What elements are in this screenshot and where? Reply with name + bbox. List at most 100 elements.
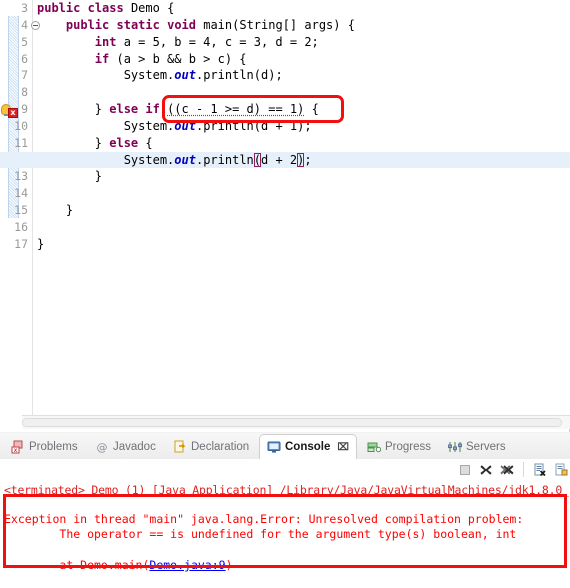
code-line[interactable]: } else {	[33, 135, 570, 152]
stop-square-icon	[460, 464, 470, 475]
tab-javadoc[interactable]: @ Javadoc	[88, 434, 163, 459]
tab-servers[interactable]: Servers	[441, 434, 513, 459]
tab-label: Javadoc	[113, 440, 156, 453]
code-line[interactable]: System.out.println(d);	[33, 67, 570, 84]
tab-label: Declaration	[191, 440, 250, 453]
code-token: void	[167, 17, 196, 32]
remove-x-icon	[480, 464, 492, 475]
tab-label: Servers	[466, 440, 506, 453]
code-token: }	[65, 203, 74, 218]
line-number: 10	[14, 118, 28, 133]
code-token: System.	[123, 68, 175, 83]
line-number: 17	[14, 236, 28, 251]
console-stack-trace: Exception in thread "main" java.lang.Err…	[4, 496, 530, 574]
console-process-header: <terminated> Demo (1) [Java Application]…	[4, 483, 570, 497]
code-token: a = 5, b = 4, c = 3, d = 2;	[116, 34, 319, 49]
code-token: }	[94, 102, 110, 117]
code-token: main(String[] args) {	[196, 17, 355, 32]
line-number: 5	[21, 34, 28, 49]
code-token: .println(d + 1);	[195, 118, 312, 133]
console-line-1: Exception in thread "main" java.lang.Err…	[4, 511, 531, 526]
progress-icon	[367, 440, 381, 454]
code-lines[interactable]: public class Demo { public static void m…	[0, 0, 570, 415]
code-token: int	[94, 34, 117, 49]
tab-problems[interactable]: x Problems	[4, 434, 85, 459]
code-line[interactable]: }	[33, 202, 570, 219]
editor-gutter[interactable]: 34567891011121314151617 x	[0, 0, 40, 415]
line-number: 14	[14, 186, 28, 201]
code-token: d + 2	[261, 152, 298, 167]
code-line[interactable]	[33, 219, 570, 236]
clear-console-button[interactable]	[533, 463, 547, 477]
code-line[interactable]: public class Demo {	[33, 0, 570, 17]
code-token: if	[145, 102, 160, 117]
line-number-ruler: 34567891011121314151617	[0, 0, 40, 253]
code-token: public	[65, 17, 110, 32]
line-number: 4	[0, 17, 40, 34]
remove-all-x-icon	[500, 464, 514, 474]
code-line[interactable]: if (a > b && b > c) {	[33, 51, 570, 68]
remove-launch-button[interactable]	[479, 463, 493, 477]
line-number: 8	[21, 85, 28, 100]
code-token: .println(d);	[195, 68, 283, 83]
tab-progress[interactable]: Progress	[360, 434, 438, 459]
line-number: 13	[14, 169, 28, 184]
editor-horizontal-scrollbar[interactable]	[22, 415, 570, 429]
code-token: static	[116, 17, 160, 32]
line-number: 3	[21, 1, 28, 15]
tab-console[interactable]: Console ⌧	[259, 434, 357, 459]
error-quickfix-marker-icon[interactable]: x	[1, 103, 18, 118]
stacktrace-link-demo-java[interactable]: Demo.java:9	[149, 558, 225, 572]
remove-all-launches-button[interactable]	[500, 463, 514, 477]
code-token: {	[304, 102, 319, 117]
console-line-3-prefix: at Demo.main(	[4, 558, 150, 572]
code-line[interactable]: int a = 5, b = 4, c = 3, d = 2;	[33, 34, 570, 51]
close-icon[interactable]: ⌧	[337, 442, 349, 453]
code-line[interactable]	[33, 185, 570, 202]
code-token: }	[94, 169, 103, 184]
code-token: out	[174, 68, 196, 83]
code-token: if	[94, 51, 110, 66]
code-token: (	[253, 152, 261, 167]
console-output-view[interactable]: <terminated> Demo (1) [Java Application]…	[0, 483, 570, 588]
code-token: System.	[123, 118, 175, 133]
console-line-3-suffix: )	[225, 558, 233, 572]
line-number: 6	[21, 51, 28, 66]
scroll-lock-icon	[555, 463, 568, 475]
tab-label: Problems	[29, 440, 78, 453]
code-token: out	[174, 118, 196, 133]
line-number: 7	[21, 68, 28, 83]
code-line[interactable]: } else if ((c - 1 >= d) == 1) {	[33, 101, 570, 118]
code-line[interactable]: }	[33, 236, 570, 253]
tab-declaration[interactable]: Declaration	[166, 434, 256, 459]
terminate-button[interactable]	[458, 463, 472, 477]
code-line[interactable]: }	[33, 168, 570, 185]
editor-scrollbar-thumb[interactable]	[22, 418, 562, 427]
code-token: out	[174, 152, 196, 167]
line-number: 11	[14, 135, 28, 150]
scroll-lock-button[interactable]	[554, 463, 568, 477]
javadoc-icon: @	[95, 440, 109, 454]
editor-text-area[interactable]: 34567891011121314151617 x public class D…	[0, 0, 570, 415]
code-token: {	[138, 135, 153, 150]
code-line[interactable]: System.out.println(d + 2);	[0, 151, 570, 169]
code-line[interactable]: public static void main(String[] args) {	[33, 17, 570, 34]
tab-label: Console	[285, 441, 331, 453]
java-editor[interactable]: 34567891011121314151617 x public class D…	[0, 0, 570, 432]
view-tab-bar[interactable]: x Problems @ Javadoc Declaration Console ⌧ Prog…	[0, 433, 570, 460]
code-token: ((c - 1 >= d) == 1)	[167, 102, 305, 117]
code-token: else	[109, 135, 139, 150]
code-line[interactable]	[33, 84, 570, 101]
console-toolbar	[0, 459, 570, 484]
line-number: 15	[14, 203, 28, 218]
code-line[interactable]: System.out.println(d + 1);	[33, 118, 570, 135]
problems-icon: x	[11, 440, 25, 454]
